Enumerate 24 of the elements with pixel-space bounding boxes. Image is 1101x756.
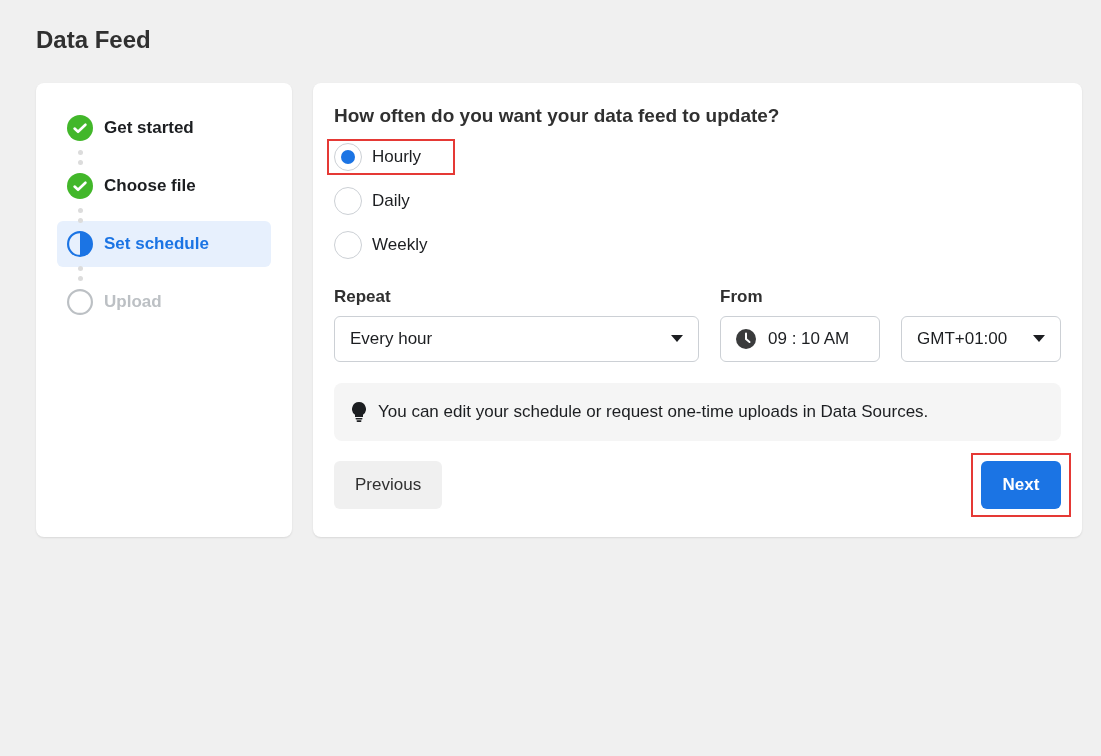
check-circle-icon [67,173,93,199]
time-field[interactable]: 09 : 10 AM [720,316,880,362]
radio-option[interactable]: Weekly [327,227,462,263]
caret-icon [671,335,683,343]
step-item[interactable]: Get started [57,111,271,145]
clock-icon [736,329,756,349]
step-item[interactable]: Set schedule [57,221,271,267]
page-title: Data Feed [36,26,152,54]
from-label: From [720,287,764,307]
radio-option[interactable]: Daily [327,183,444,219]
tip-text: You can edit your schedule or request one-time uploads in Data Sources. [378,402,929,422]
previous-button[interactable]: Previous [334,461,443,509]
radio-option[interactable]: Hourly [327,139,456,175]
half-circle-icon [67,231,93,257]
lightbulb-icon [352,402,366,422]
repeat-dropdown[interactable]: Every hour [334,316,699,362]
timezone-dropdown[interactable]: GMT+01:00 [901,316,1061,362]
empty-circle-icon [67,289,93,315]
next-button[interactable]: Next [981,461,1061,509]
repeat-label: Repeat [334,287,392,307]
step-item[interactable]: Choose file [57,169,271,203]
caret-icon [1033,335,1045,343]
check-circle-icon [67,115,93,141]
question-heading: How often do you want your data feed to update? [334,105,781,127]
